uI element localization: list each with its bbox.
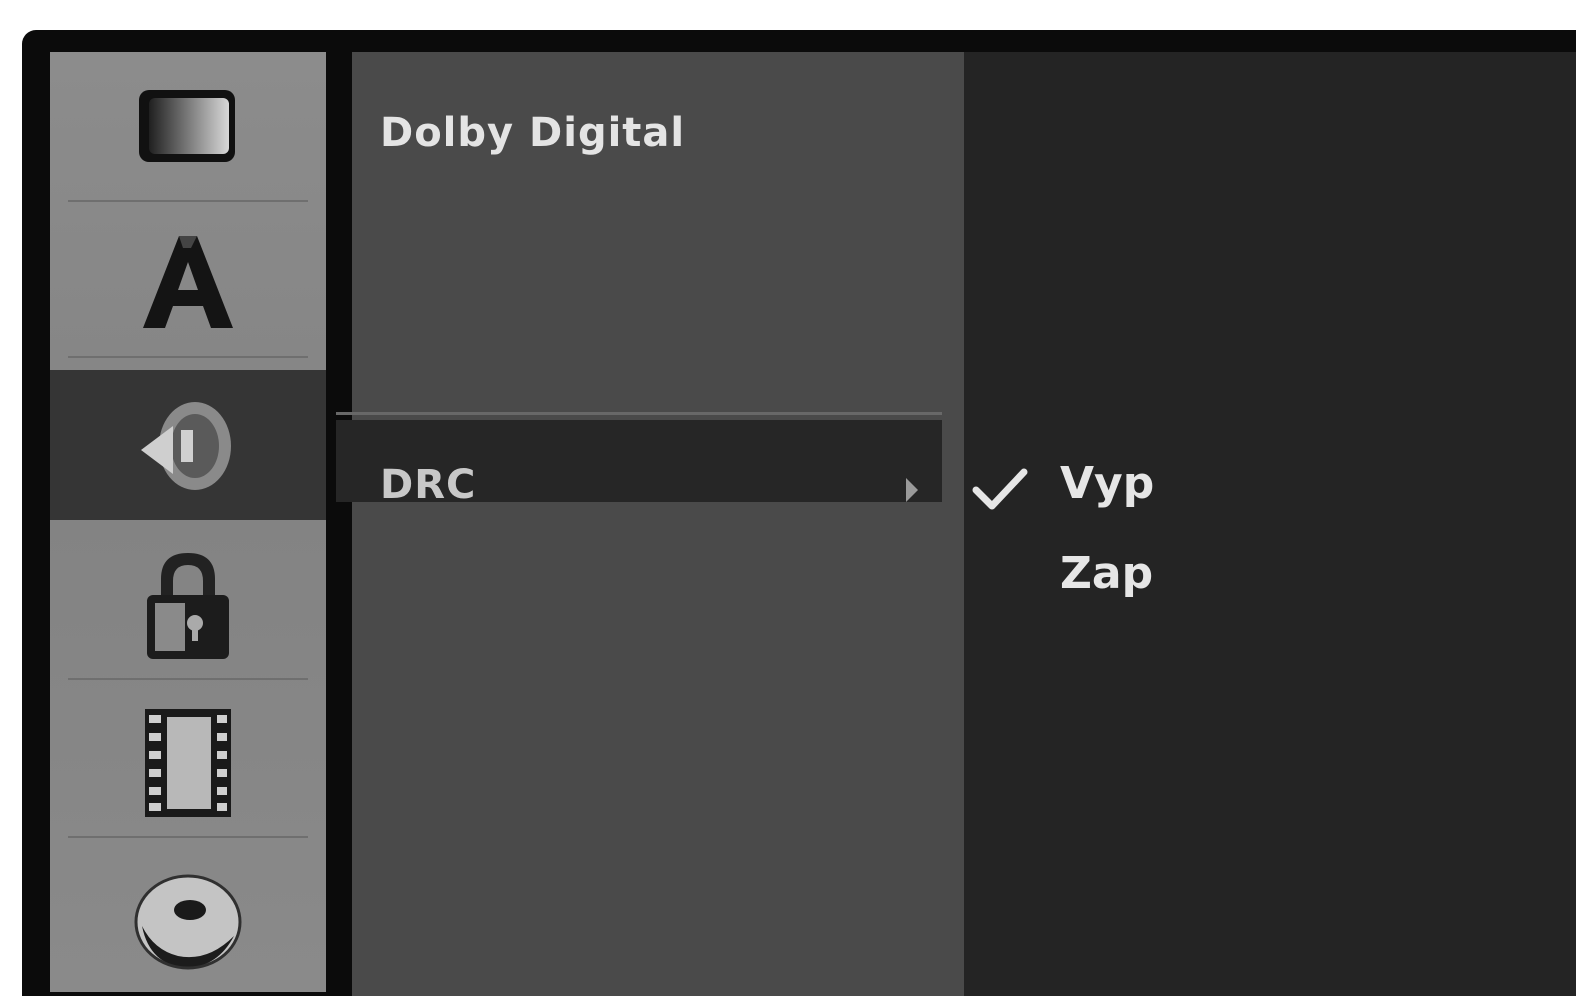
menu-divider: [336, 412, 942, 415]
category-sidebar: [50, 52, 326, 992]
language-icon: [143, 236, 233, 328]
sidebar-item-language[interactable]: [50, 208, 326, 358]
sidebar-item-audio[interactable]: [50, 370, 326, 520]
sidebar-item-recording[interactable]: [50, 688, 326, 838]
menu-item-drc[interactable]: DRC: [380, 462, 476, 508]
option-zap[interactable]: Zap: [1060, 548, 1153, 599]
disc-icon: [134, 874, 242, 970]
options-panel: [964, 52, 1576, 996]
submenu-arrow-icon: [906, 478, 918, 502]
osd-screen: [22, 30, 1576, 996]
film-icon: [145, 709, 231, 817]
menu-item-dolby-digital[interactable]: Dolby Digital: [380, 110, 685, 156]
checkmark-icon: [972, 468, 1028, 510]
sidebar-item-disc[interactable]: [50, 846, 326, 996]
audio-icon: [141, 402, 231, 490]
option-vyp[interactable]: Vyp: [1060, 458, 1154, 509]
settings-menu-panel: [352, 52, 964, 996]
lock-icon: [147, 553, 229, 659]
sidebar-item-display[interactable]: [50, 52, 326, 202]
tv-icon: [139, 90, 235, 162]
sidebar-item-lock[interactable]: [50, 530, 326, 680]
